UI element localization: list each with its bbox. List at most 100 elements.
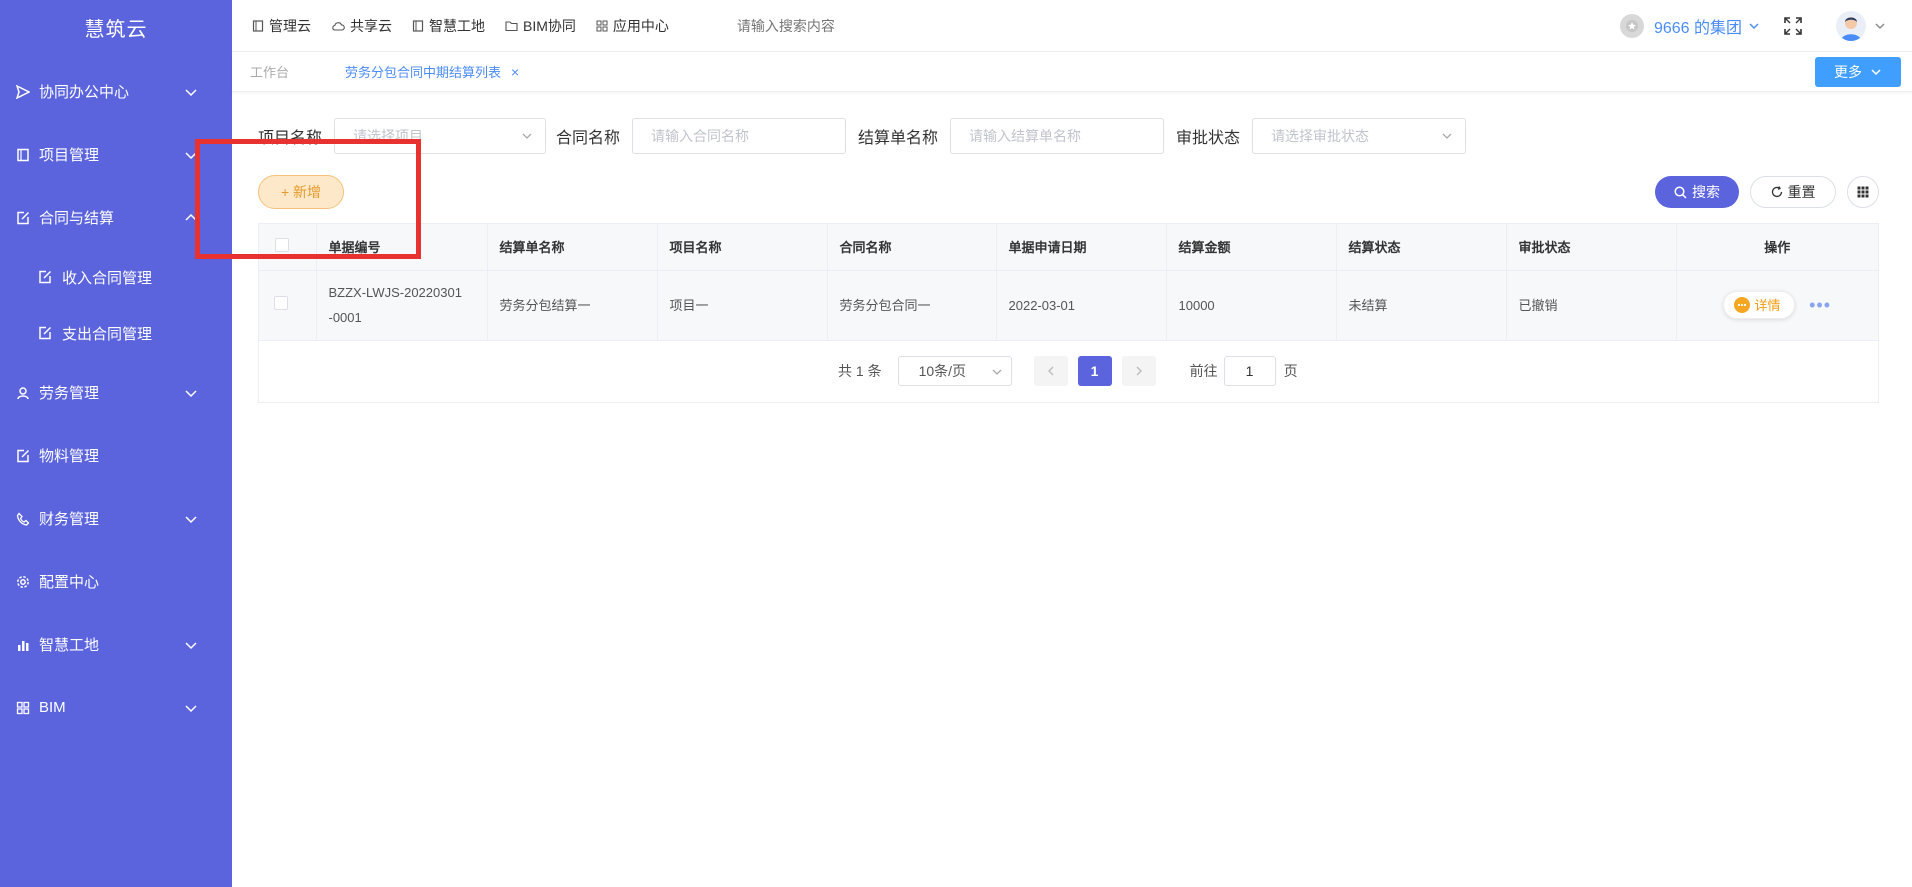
chevron-up-icon	[185, 213, 197, 221]
topnav-label: 智慧工地	[429, 17, 485, 34]
cell-settle-status: 未结算	[1336, 270, 1507, 341]
sidebar-item-labor-mgmt[interactable]: 劳务管理	[0, 361, 232, 424]
sidebar-item-label: 财务管理	[39, 511, 100, 528]
doc-no-line2: -0001	[328, 310, 362, 325]
sidebar-item-material-mgmt[interactable]: 物料管理	[0, 424, 232, 487]
sidebar-item-config-center[interactable]: 配置中心	[0, 550, 232, 613]
more-circle-icon	[1734, 297, 1751, 313]
chevron-right-icon	[1136, 366, 1142, 376]
chevron-down-icon	[1442, 133, 1452, 139]
chevron-down-icon	[992, 369, 1002, 375]
next-page-button[interactable]	[1121, 356, 1156, 386]
grid-icon	[14, 699, 32, 717]
column-header[interactable]: 项目名称	[657, 224, 828, 271]
grid-icon	[1857, 186, 1869, 198]
filter-row: 项目名称 请选择项目 合同名称 请输入合同名称 结算单名称 请输入结算单名称 审…	[258, 118, 1467, 154]
column-header[interactable]: 结算状态	[1336, 224, 1507, 271]
detail-button[interactable]: 详情	[1723, 291, 1796, 319]
tab-workbench[interactable]: 工作台	[250, 62, 289, 81]
more-label: 更多	[1834, 64, 1862, 80]
sidebar-item-label: 劳务管理	[39, 385, 100, 402]
column-header[interactable]: 单据申请日期	[996, 224, 1167, 271]
chevron-down-icon	[522, 133, 532, 139]
topnav-app-center[interactable]: 应用中心	[596, 16, 669, 36]
chevron-down-icon	[185, 515, 197, 523]
sidebar: 慧筑云 协同办公中心 项目管理 合同与结算 收入合同管理 支出合同管理 劳务管理…	[0, 0, 232, 887]
contract-label: 合同名称	[556, 130, 621, 147]
grid-icon	[596, 20, 608, 31]
goto-suffix: 页	[1283, 363, 1298, 379]
settle-label: 结算单名称	[858, 130, 939, 147]
column-header[interactable]: 审批状态	[1506, 224, 1677, 271]
reset-button[interactable]: 重置	[1750, 176, 1836, 208]
column-header[interactable]: 单据编号	[316, 224, 488, 271]
project-select[interactable]: 请选择项目	[334, 118, 547, 154]
topnav-management-cloud[interactable]: 管理云	[252, 16, 311, 36]
global-search-input[interactable]	[736, 17, 937, 34]
sidebar-item-finance-mgmt[interactable]: 财务管理	[0, 487, 232, 550]
sidebar-item-project-mgmt[interactable]: 项目管理	[0, 123, 232, 186]
org-name: 9666 的集团	[1653, 20, 1742, 37]
column-header[interactable]: 结算金额	[1166, 224, 1337, 271]
sidebar-item-label: 物料管理	[39, 448, 100, 465]
top-right: 9666 的集团	[1619, 0, 1912, 52]
gear-icon	[14, 573, 32, 591]
add-button[interactable]: + 新增	[258, 175, 344, 209]
column-header[interactable]: 合同名称	[827, 224, 997, 271]
edit-doc-icon	[14, 209, 32, 227]
goto-page-input[interactable]	[1223, 356, 1276, 386]
chevron-down-icon	[185, 389, 197, 397]
cell-project: 项目一	[657, 270, 828, 341]
column-header: 操作	[1676, 224, 1878, 271]
edit-doc-icon	[36, 268, 54, 286]
search-label: 搜索	[1692, 184, 1720, 200]
sidebar-item-label: 配置中心	[39, 574, 100, 591]
phone-icon	[14, 510, 32, 528]
contract-input[interactable]: 请输入合同名称	[632, 118, 847, 154]
column-settings-button[interactable]	[1847, 176, 1879, 208]
fullscreen-icon[interactable]	[1784, 17, 1802, 35]
topnav-bim-collab[interactable]: BIM协同	[505, 16, 576, 36]
sidebar-subitem-income-contract[interactable]: 收入合同管理	[0, 249, 232, 305]
topnav-smart-site[interactable]: 智慧工地	[412, 16, 485, 36]
pagination: 共 1 条 10条/页 1 前往 页	[838, 356, 1298, 386]
cell-doc-no: BZZX-LWJS-20220301 -0001	[316, 270, 488, 341]
topnav-label: 管理云	[269, 17, 311, 34]
cell-settle-name: 劳务分包结算一	[487, 270, 658, 341]
column-header[interactable]: 结算单名称	[487, 224, 658, 271]
book-icon	[14, 146, 32, 164]
chevron-down-icon	[185, 88, 197, 96]
page-number-current[interactable]: 1	[1077, 356, 1112, 386]
topnav-shared-cloud[interactable]: 共享云	[331, 16, 392, 36]
more-button[interactable]: 更多	[1815, 57, 1901, 87]
select-all-checkbox[interactable]	[275, 238, 289, 253]
tab-labor-settlement-list[interactable]: 劳务分包合同中期结算列表 ×	[345, 62, 519, 81]
sidebar-item-collab-office[interactable]: 协同办公中心	[0, 60, 232, 123]
close-icon[interactable]: ×	[511, 64, 519, 80]
row-checkbox[interactable]	[274, 295, 288, 310]
cloud-icon	[332, 21, 345, 31]
chevron-down-icon[interactable]	[1874, 20, 1886, 32]
page-size-select[interactable]: 10条/页	[897, 356, 1012, 386]
row-checkbox-cell	[259, 270, 317, 341]
sidebar-subitem-expense-contract[interactable]: 支出合同管理	[0, 305, 232, 361]
sidebar-item-label: 智慧工地	[39, 637, 100, 654]
approval-select[interactable]: 请选择审批状态	[1252, 118, 1467, 154]
prev-page-button[interactable]	[1033, 356, 1068, 386]
settle-input[interactable]: 请输入结算单名称	[950, 118, 1165, 154]
book-icon	[252, 19, 264, 32]
sidebar-item-smart-site[interactable]: 智慧工地	[0, 613, 232, 676]
org-switcher[interactable]: 9666 的集团	[1619, 14, 1760, 38]
chevron-down-icon	[1749, 23, 1759, 29]
tab-label: 劳务分包合同中期结算列表	[345, 65, 502, 80]
settle-placeholder: 请输入结算单名称	[969, 128, 1082, 144]
chevron-down-icon	[1871, 69, 1881, 76]
edit-doc-icon	[36, 324, 54, 342]
user-avatar[interactable]	[1836, 11, 1866, 41]
table-row[interactable]: BZZX-LWJS-20220301 -0001 劳务分包结算一 项目一 劳务分…	[259, 270, 1878, 341]
sidebar-item-contract-settlement[interactable]: 合同与结算	[0, 186, 232, 249]
more-actions-icon[interactable]: •••	[1809, 293, 1831, 318]
sidebar-item-bim[interactable]: BIM	[0, 676, 232, 739]
search-button[interactable]: 搜索	[1655, 176, 1739, 208]
project-label: 项目名称	[258, 130, 323, 147]
